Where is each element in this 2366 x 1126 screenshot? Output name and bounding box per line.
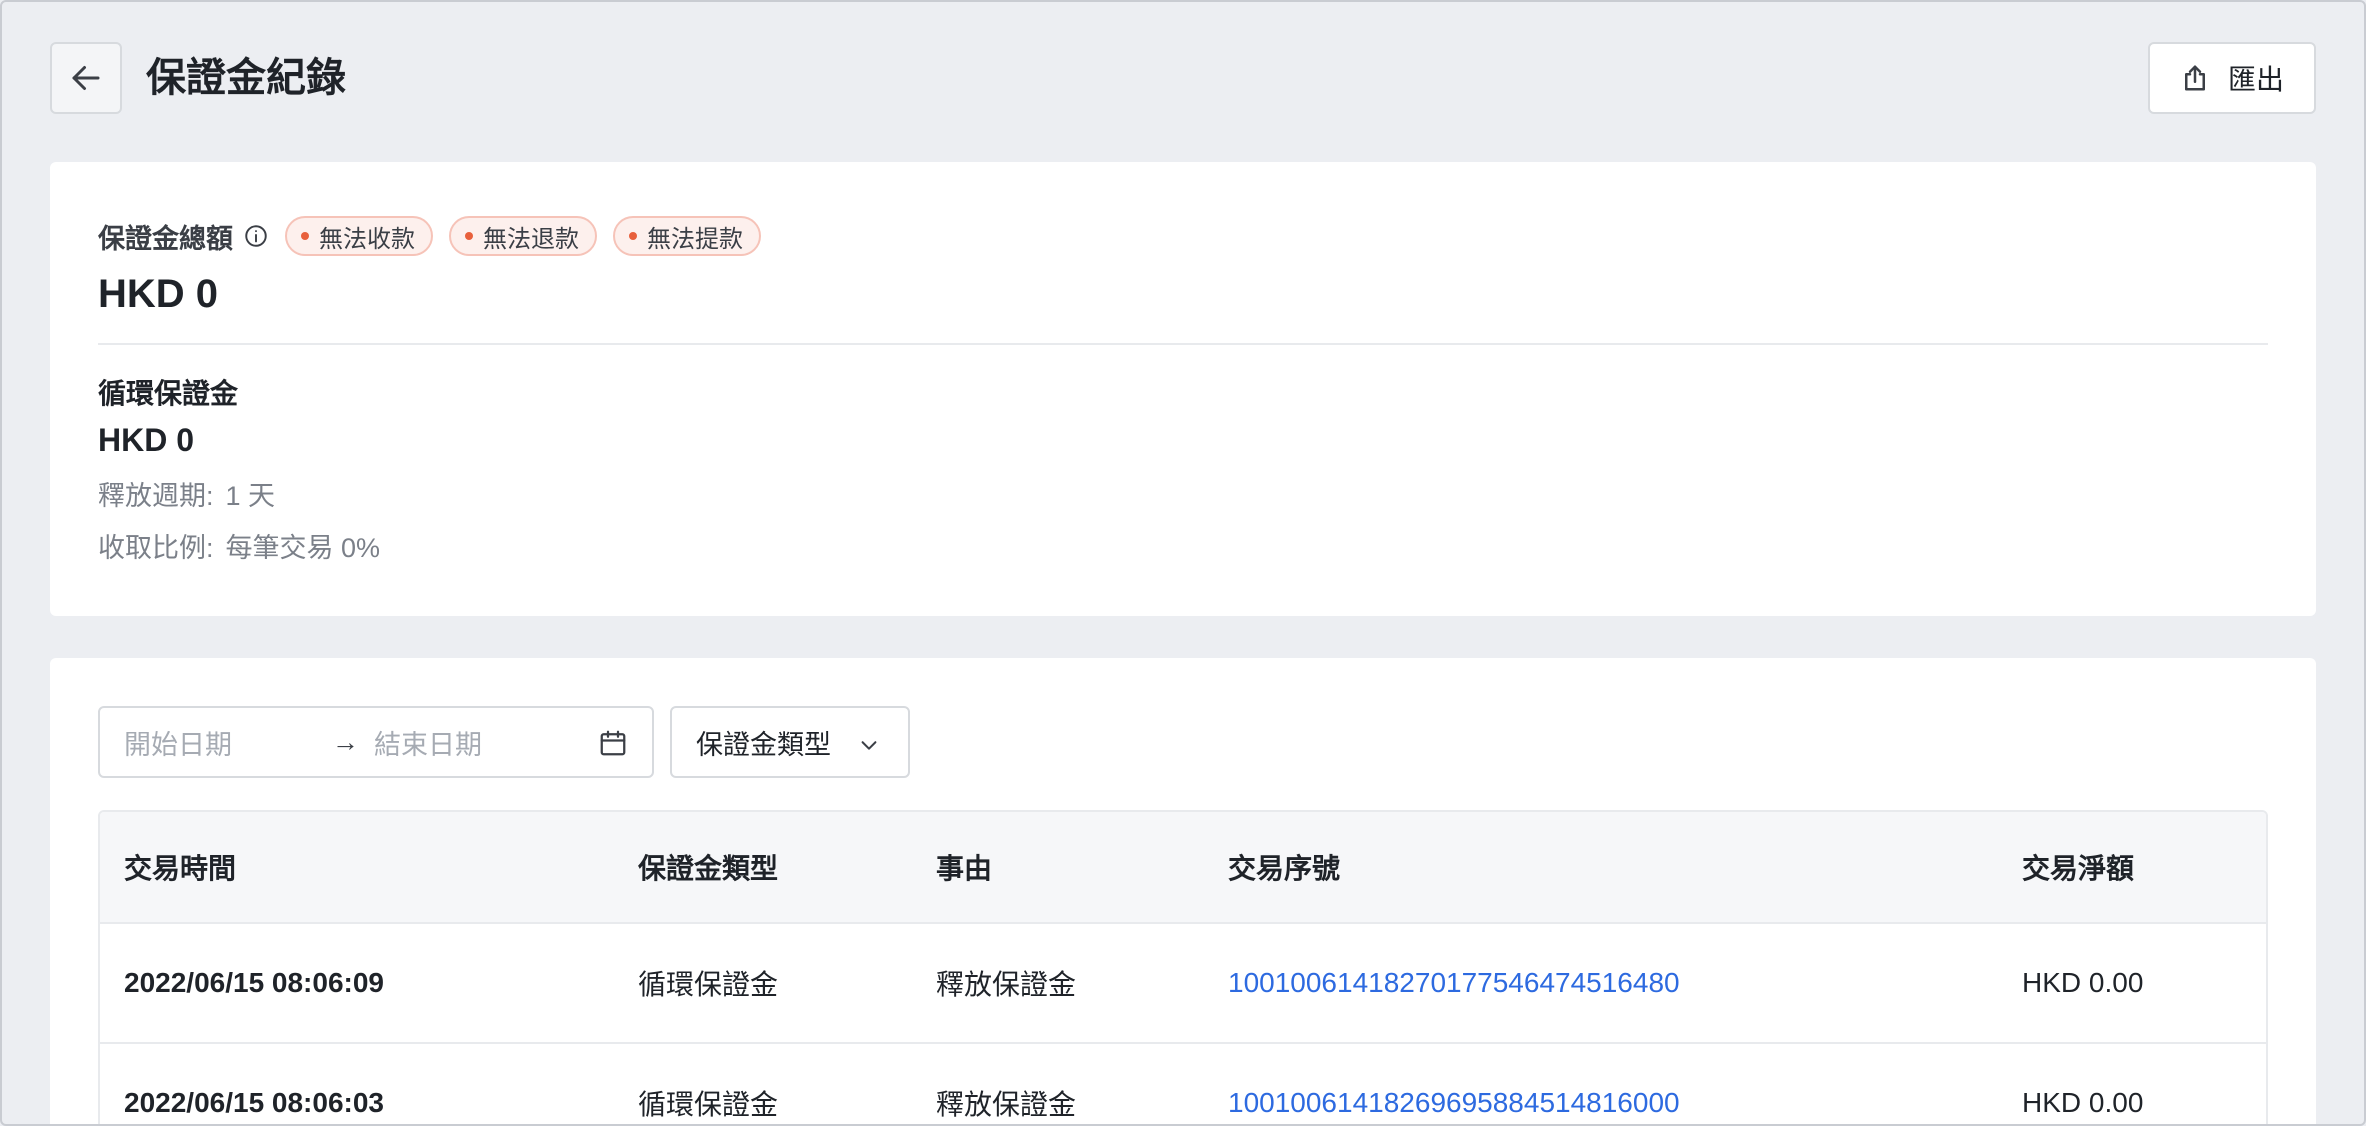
arrow-left-icon: [72, 66, 100, 90]
row-type: 循環保證金: [638, 969, 779, 1000]
release-period: 釋放週期: 1 天: [98, 481, 276, 511]
total-amount: HKD 0: [98, 272, 219, 316]
export-button[interactable]: 匯出: [2148, 42, 2316, 114]
total-row: 保證金總額 無法收款 無法退款 無法提款: [98, 214, 761, 258]
table-row: 2022/06/15 08:06:03 循環保證金 釋放保證金 10010061…: [100, 1044, 2266, 1124]
status-badge-cannot-withdraw: 無法提款: [613, 216, 761, 256]
page-title: 保證金紀錄: [146, 56, 346, 100]
column-header-reason: 事由: [936, 853, 993, 884]
column-header-time: 交易時間: [124, 853, 237, 884]
row-net-amount: HKD 0.00: [2022, 1087, 2144, 1118]
column-header-net-amount: 交易淨額: [2022, 853, 2135, 884]
page-header: 保證金紀錄 匯出: [50, 42, 2316, 114]
deposit-records-table: 交易時間 保證金類型 事由 交易序號 交易淨額 2022/06/15 08:06…: [98, 810, 2268, 1124]
deposit-type-select[interactable]: 保證金類型: [670, 706, 910, 778]
revolving-amount: HKD 0: [98, 422, 195, 458]
row-net-amount: HKD 0.00: [2022, 967, 2144, 998]
start-date-input[interactable]: 開始日期: [124, 723, 232, 762]
row-transaction-id-link[interactable]: 10010061418270177546474516480: [1228, 924, 1680, 1042]
row-reason: 釋放保證金: [936, 1089, 1077, 1120]
back-button[interactable]: [50, 42, 122, 114]
row-reason: 釋放保證金: [936, 969, 1077, 1000]
status-badge-cannot-refund: 無法退款: [449, 216, 597, 256]
column-header-type: 保證金類型: [638, 853, 779, 884]
table-header: 交易時間 保證金類型 事由 交易序號 交易淨額: [100, 812, 2266, 924]
export-icon: [2184, 65, 2205, 91]
row-time: 2022/06/15 08:06:03: [124, 1087, 384, 1118]
end-date-input[interactable]: 結束日期: [374, 723, 482, 762]
deposit-type-select-label: 保證金類型: [696, 729, 831, 760]
total-label: 保證金總額: [98, 223, 233, 254]
info-icon[interactable]: [243, 223, 269, 249]
records-card: 開始日期 → 結束日期 保證金類型 交易時間 保證金類型 事由 交易序號 交易淨…: [50, 658, 2316, 1124]
page-frame: 保證金紀錄 匯出 保證金總額 無法收款 無法退款 無法提款 HKD 0 循環保證…: [0, 0, 2366, 1126]
range-arrow: →: [332, 726, 359, 757]
status-badge-cannot-collect: 無法收款: [285, 216, 433, 256]
revolving-label: 循環保證金: [98, 378, 239, 409]
column-header-transaction-id: 交易序號: [1228, 853, 1341, 884]
collection-rate: 收取比例: 每筆交易 0%: [98, 533, 381, 563]
divider: [98, 343, 2268, 345]
export-label: 匯出: [2227, 64, 2284, 95]
deposit-summary-card: 保證金總額 無法收款 無法退款 無法提款 HKD 0 循環保證金 HKD 0 釋…: [50, 162, 2316, 616]
row-transaction-id-link[interactable]: 10010061418269695884514816000: [1228, 1044, 1680, 1124]
date-range-picker[interactable]: 開始日期 → 結束日期: [98, 706, 654, 778]
calendar-icon[interactable]: [598, 728, 628, 758]
table-row: 2022/06/15 08:06:09 循環保證金 釋放保證金 10010061…: [100, 924, 2266, 1044]
chevron-down-icon: [861, 741, 877, 750]
row-time: 2022/06/15 08:06:09: [124, 967, 384, 998]
row-type: 循環保證金: [638, 1089, 779, 1120]
